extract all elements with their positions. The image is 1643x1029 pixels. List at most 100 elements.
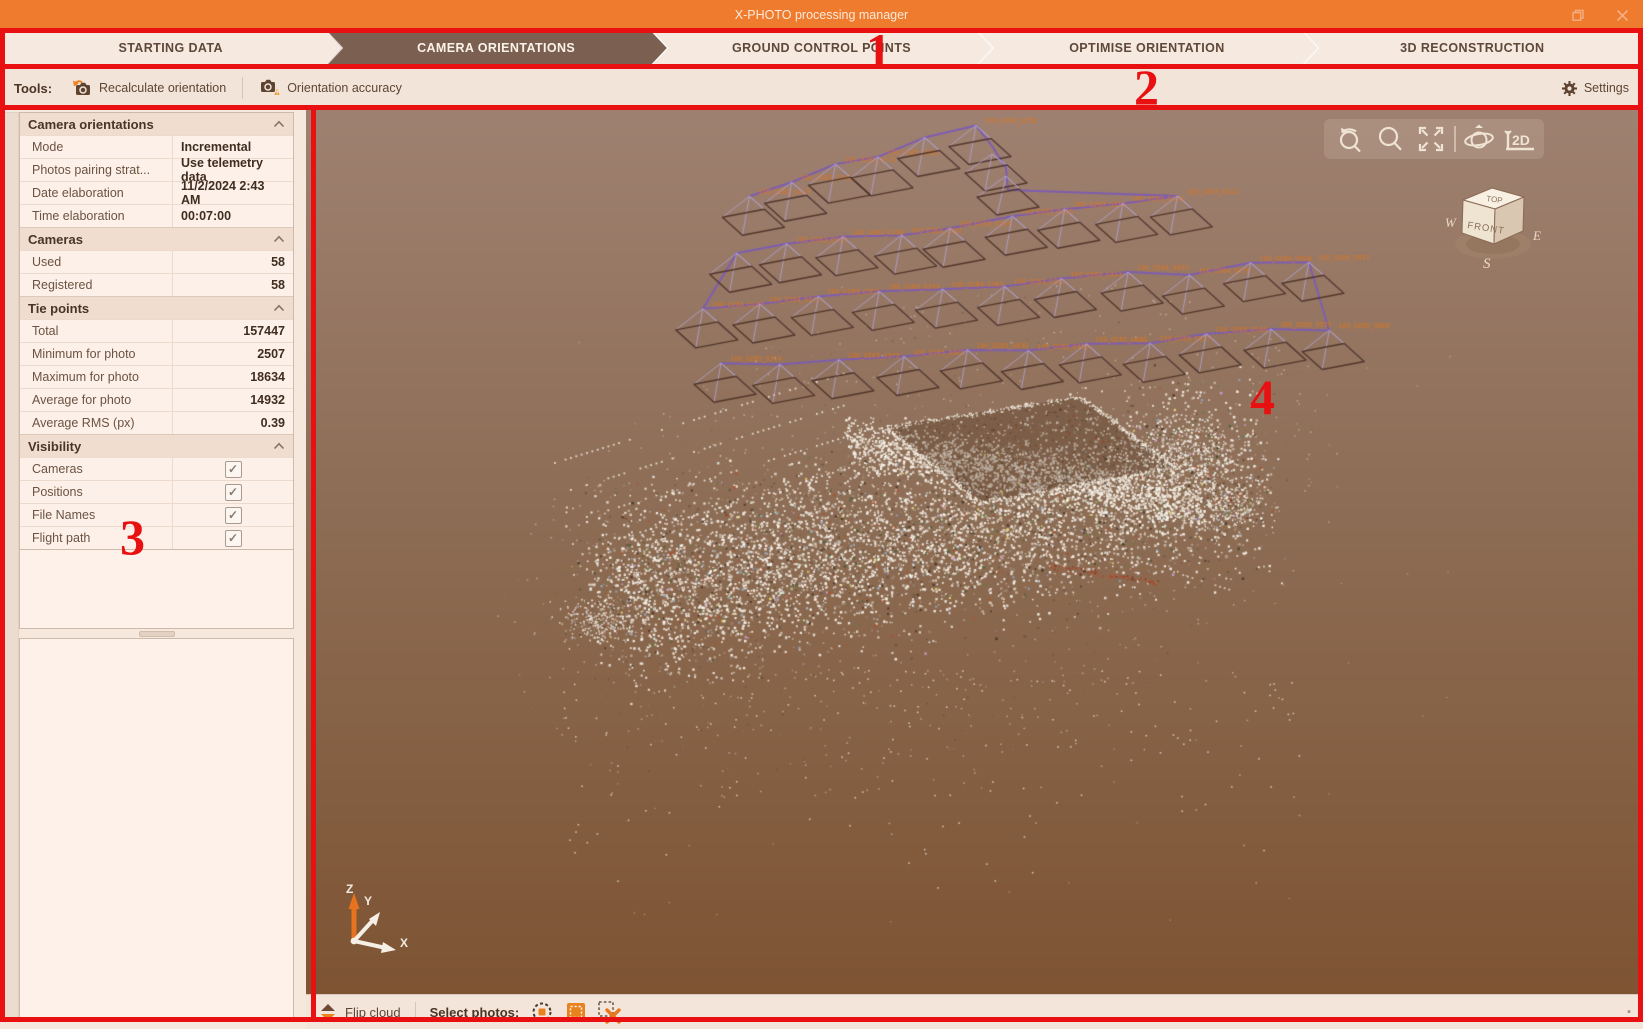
tools-buttons: Recalculate orientation Orientation accur… xyxy=(66,74,408,103)
camera-accuracy-icon xyxy=(259,78,280,99)
tab-wrap: STARTING DATA xyxy=(0,30,341,66)
tool-button-label: Orientation accuracy xyxy=(287,81,402,95)
property-value: 11/2/2024 2:43 AM xyxy=(173,182,293,204)
property-label: File Names xyxy=(20,504,173,526)
tab-wrap: GROUND CONTROL POINTS xyxy=(651,30,992,66)
property-value: 0.39 xyxy=(173,412,293,434)
positions-checkbox[interactable]: ✓ xyxy=(225,484,242,501)
axis-z-label: Z xyxy=(346,882,353,896)
property-value: Incremental xyxy=(173,136,293,158)
tab-starting-data[interactable]: STARTING DATA xyxy=(0,30,341,66)
tab-3d-reconstruction[interactable]: 3D RECONSTRUCTION xyxy=(1302,30,1643,66)
toolbar-separator xyxy=(1454,126,1456,152)
property-label: Minimum for photo xyxy=(20,343,173,365)
restore-icon xyxy=(1571,8,1585,22)
viewport-3d: 2D TOP FRONT W E S xyxy=(306,110,1643,1029)
compass-east-label: E xyxy=(1532,228,1541,243)
properties-grid: Camera orientationsModeIncrementalPhotos… xyxy=(19,112,294,550)
property-label: Maximum for photo xyxy=(20,366,173,388)
flight-path-checkbox[interactable]: ✓ xyxy=(225,530,242,547)
property-row: Total157447 xyxy=(20,319,293,342)
compass-west-label: W xyxy=(1445,215,1457,230)
rotate-view-icon[interactable] xyxy=(1331,121,1367,157)
toolbar-separator xyxy=(242,77,243,99)
property-label: Positions xyxy=(20,481,173,503)
property-value: ✓ xyxy=(173,504,293,526)
section-header-tie-points[interactable]: Tie points xyxy=(20,296,293,319)
property-value: ✓ xyxy=(173,481,293,503)
cameras-checkbox[interactable]: ✓ xyxy=(225,461,242,478)
section-title: Visibility xyxy=(28,439,273,454)
file-names-checkbox[interactable]: ✓ xyxy=(225,507,242,524)
property-value: 18634 xyxy=(173,366,293,388)
property-row: ModeIncremental xyxy=(20,135,293,158)
tab-label: STARTING DATA xyxy=(118,41,223,55)
property-row: Minimum for photo2507 xyxy=(20,342,293,365)
property-value: 2507 xyxy=(173,343,293,365)
zoom-icon[interactable] xyxy=(1372,121,1408,157)
property-label: Mode xyxy=(20,136,173,158)
window-controls xyxy=(1567,0,1633,30)
select-photos-label: Select photos: xyxy=(430,1005,520,1020)
tab-camera-orientations[interactable]: CAMERA ORIENTATIONS xyxy=(325,30,666,66)
restore-button[interactable] xyxy=(1567,4,1589,26)
tab-optimise-orientation[interactable]: OPTIMISE ORIENTATION xyxy=(976,30,1317,66)
property-label: Used xyxy=(20,251,173,273)
property-value: ✓ xyxy=(173,458,293,480)
tab-label: GROUND CONTROL POINTS xyxy=(732,41,911,55)
view-toolbar: 2D xyxy=(1324,119,1544,159)
property-label: Registered xyxy=(20,274,173,296)
nav-cube[interactable]: TOP FRONT W E S xyxy=(1441,182,1545,278)
recalculate-orientation-button[interactable]: Recalculate orientation xyxy=(66,74,232,103)
tab-label: OPTIMISE ORIENTATION xyxy=(1069,41,1224,55)
property-label: Time elaboration xyxy=(20,205,173,227)
camera-recalculate-icon xyxy=(72,78,92,99)
properties-panel: Camera orientationsModeIncrementalPhotos… xyxy=(0,110,306,1029)
tab-wrap: 3D RECONSTRUCTION xyxy=(1302,30,1643,66)
property-row: Registered58 xyxy=(20,273,293,296)
property-row: Time elaboration00:07:00 xyxy=(20,204,293,227)
section-header-visibility[interactable]: Visibility xyxy=(20,434,293,457)
chevron-up-icon xyxy=(273,299,285,317)
property-label: Photos pairing strat... xyxy=(20,159,173,181)
title-bar: X-PHOTO processing manager xyxy=(0,0,1643,30)
tab-wrap: OPTIMISE ORIENTATION xyxy=(976,30,1317,66)
tab-ground-control-points[interactable]: GROUND CONTROL POINTS xyxy=(651,30,992,66)
footer-separator xyxy=(415,1002,416,1022)
select-around-icon[interactable] xyxy=(529,999,555,1025)
close-button[interactable] xyxy=(1611,4,1633,26)
fit-view-icon[interactable] xyxy=(1413,121,1449,157)
property-value: 00:07:00 xyxy=(173,205,293,227)
select-rectangle-icon[interactable] xyxy=(563,999,589,1025)
panel-margin-strip xyxy=(2,112,19,1019)
panel-splitter[interactable] xyxy=(19,629,294,638)
axis-x-label: X xyxy=(400,936,408,950)
section-header-camera-orientations[interactable]: Camera orientations xyxy=(20,113,293,135)
property-row: Maximum for photo18634 xyxy=(20,365,293,388)
orbit-icon[interactable] xyxy=(1461,121,1497,157)
property-value: 157447 xyxy=(173,320,293,342)
select-photos-buttons xyxy=(529,999,631,1025)
orientation-accuracy-button[interactable]: Orientation accuracy xyxy=(253,74,408,103)
property-value: Use telemetry data xyxy=(173,159,293,181)
window-title: X-PHOTO processing manager xyxy=(735,8,908,22)
view-2d-icon[interactable]: 2D xyxy=(1502,121,1538,157)
clear-selection-icon[interactable] xyxy=(597,999,623,1025)
section-header-cameras[interactable]: Cameras xyxy=(20,227,293,250)
tab-label: CAMERA ORIENTATIONS xyxy=(417,41,575,55)
panel-empty-area xyxy=(19,550,294,629)
panel-content: Camera orientationsModeIncrementalPhotos… xyxy=(19,112,294,1019)
property-row: Flight path✓ xyxy=(20,526,293,549)
main-area: Camera orientationsModeIncrementalPhotos… xyxy=(0,110,1643,1029)
chevron-up-icon xyxy=(273,230,285,248)
compass-south-label: S xyxy=(1483,256,1491,272)
panel-lower-area xyxy=(19,638,294,1019)
property-value: 14932 xyxy=(173,389,293,411)
view-2d-label: 2D xyxy=(1512,132,1530,148)
flip-cloud-button[interactable]: Flip cloud xyxy=(318,1002,401,1023)
property-row: Average RMS (px)0.39 xyxy=(20,411,293,434)
property-value: ✓ xyxy=(173,527,293,549)
flip-cloud-icon xyxy=(318,1002,338,1023)
property-row: Used58 xyxy=(20,250,293,273)
settings-button[interactable]: Settings xyxy=(1561,80,1629,97)
